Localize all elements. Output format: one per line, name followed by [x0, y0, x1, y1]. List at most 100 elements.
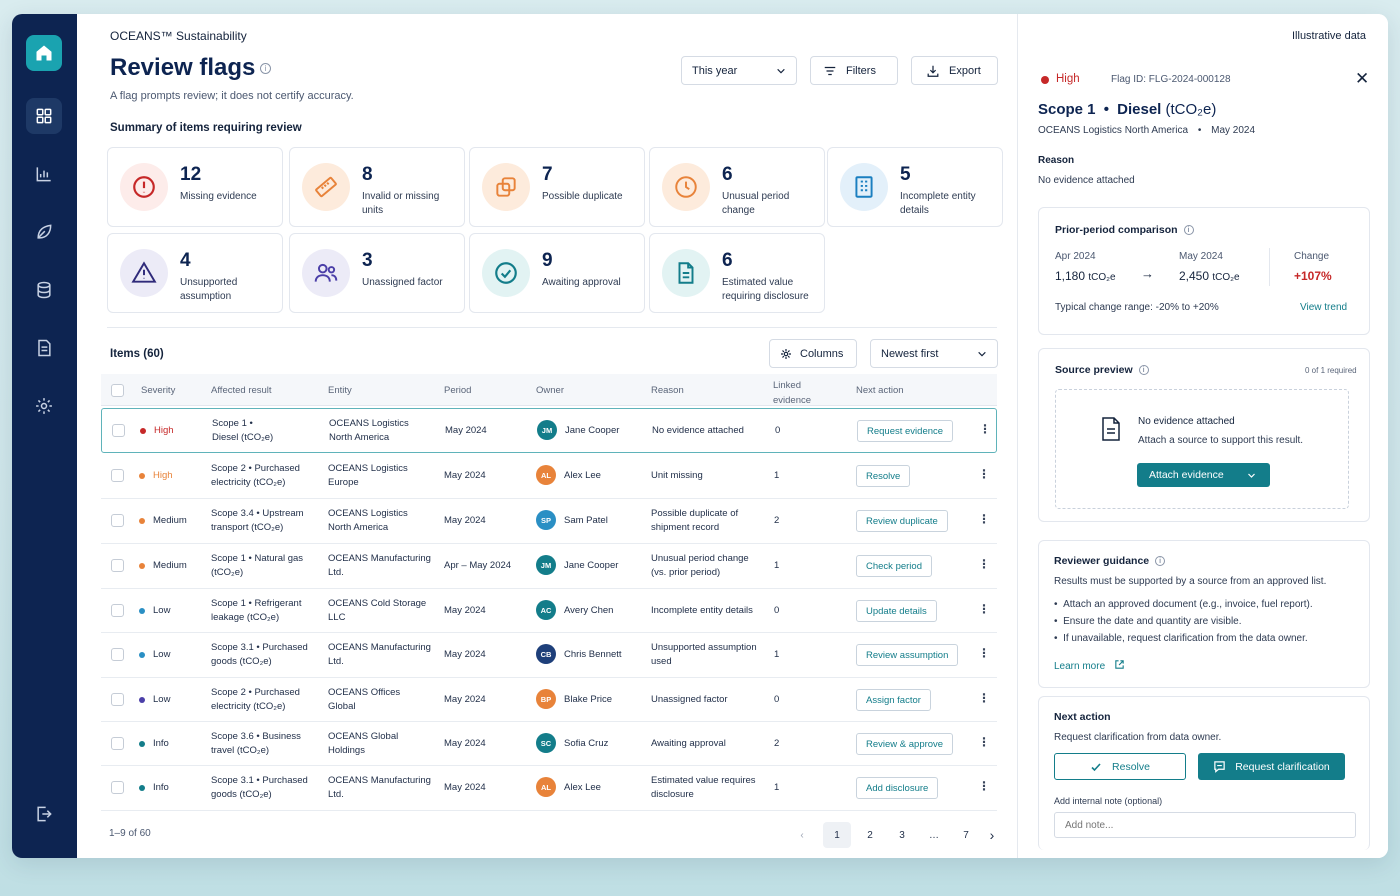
summary-card-unusual-period[interactable]: 6 Unusual period change	[649, 147, 825, 227]
close-icon[interactable]: ✕	[1355, 70, 1369, 88]
column-header[interactable]: Entity	[328, 385, 352, 396]
info-icon[interactable]: i	[1183, 225, 1194, 236]
prev-page-icon[interactable]: ‹	[789, 822, 815, 848]
owner-name: Sam Patel	[564, 515, 608, 526]
assign-factor-button[interactable]: Assign factor	[856, 689, 931, 711]
info-icon[interactable]: i	[260, 63, 271, 74]
more-menu-icon[interactable]: ⋮	[978, 779, 990, 793]
affected-result[interactable]: Scope 1 • Refrigerant leakage (tCO₂e)	[211, 597, 301, 625]
dashboard-grid-icon[interactable]	[26, 98, 62, 134]
more-menu-icon[interactable]: ⋮	[978, 646, 990, 660]
view-trend-link[interactable]: View trend	[1300, 302, 1347, 313]
column-header[interactable]: Reason	[651, 385, 684, 396]
affected-result[interactable]: Scope 1 • Diesel (tCO₂e)	[212, 417, 273, 445]
table-row[interactable]: Low Scope 1 • Refrigerant leakage (tCO₂e)…	[101, 589, 997, 633]
review-duplicate-button[interactable]: Review duplicate	[856, 510, 948, 532]
review-assumption-button[interactable]: Review assumption	[856, 644, 959, 666]
row-checkbox[interactable]	[111, 693, 124, 706]
row-checkbox[interactable]	[111, 469, 124, 482]
row-checkbox[interactable]	[111, 648, 124, 661]
row-checkbox[interactable]	[111, 514, 124, 527]
row-checkbox[interactable]	[111, 559, 124, 572]
row-checkbox[interactable]	[111, 781, 124, 794]
info-icon[interactable]: i	[1138, 365, 1149, 376]
update-details-button[interactable]: Update details	[856, 600, 937, 622]
page-button[interactable]: 2	[857, 822, 883, 848]
export-button[interactable]: Export	[911, 56, 998, 85]
review-approve-button[interactable]: Review & approve	[856, 733, 954, 755]
row-checkbox[interactable]	[111, 604, 124, 617]
more-menu-icon[interactable]: ⋮	[979, 422, 991, 436]
internal-note-input[interactable]	[1054, 812, 1356, 838]
summary-card-incomplete-entity[interactable]: 5 Incomplete entity details	[827, 147, 1003, 227]
leaf-icon[interactable]	[26, 214, 62, 250]
logout-icon[interactable]	[26, 796, 62, 832]
more-menu-icon[interactable]: ⋮	[978, 691, 990, 705]
select-all-checkbox[interactable]	[111, 384, 124, 397]
report-document-icon[interactable]	[26, 330, 62, 366]
column-header[interactable]: Linked evidence	[773, 378, 817, 408]
table-row[interactable]: Info Scope 3.6 • Business travel (tCO₂e) …	[101, 722, 997, 766]
page-button-current[interactable]: 1	[823, 822, 851, 848]
table-row[interactable]: High Scope 1 • Diesel (tCO₂e) OCEANS Logi…	[101, 408, 997, 453]
table-row[interactable]: Low Scope 3.1 • Purchased goods (tCO₂e) O…	[101, 633, 997, 678]
summary-card-unsupported-assumption[interactable]: 4 Unsupported assumption	[107, 233, 283, 313]
info-icon[interactable]: i	[1155, 556, 1166, 567]
table-row[interactable]: Info Scope 3.1 • Purchased goods (tCO₂e) …	[101, 766, 997, 811]
summary-card-awaiting-approval[interactable]: 9 Awaiting approval	[469, 233, 645, 313]
table-row[interactable]: Medium Scope 3.4 • Upstream transport (tC…	[101, 499, 997, 544]
drop-zone[interactable]: No evidence attached Attach a source to …	[1055, 389, 1349, 509]
more-menu-icon[interactable]: ⋮	[978, 557, 990, 571]
more-menu-icon[interactable]: ⋮	[978, 602, 990, 616]
sort-select[interactable]: Newest first	[870, 339, 998, 368]
check-period-button[interactable]: Check period	[856, 555, 932, 577]
card-count: 6	[722, 250, 733, 271]
page-button[interactable]: 7	[953, 822, 979, 848]
summary-card-unassigned-factor[interactable]: 3 Unassigned factor	[289, 233, 465, 313]
resolve-button[interactable]: Resolve	[856, 465, 911, 487]
affected-result[interactable]: Scope 3.1 • Purchased goods (tCO₂e)	[211, 774, 308, 802]
summary-card-missing-evidence[interactable]: 12 Missing evidence	[107, 147, 283, 227]
column-header[interactable]: Next action	[856, 385, 904, 396]
request-evidence-button[interactable]: Request evidence	[857, 420, 954, 442]
attach-evidence-button[interactable]: Attach evidence	[1137, 463, 1270, 487]
column-header[interactable]: Severity	[141, 385, 175, 396]
row-checkbox[interactable]	[112, 424, 125, 437]
row-checkbox[interactable]	[111, 737, 124, 750]
more-menu-icon[interactable]: ⋮	[978, 467, 990, 481]
table-row[interactable]: High Scope 2 • Purchased electricity (tCO…	[101, 454, 997, 499]
period-select[interactable]: This year	[681, 56, 797, 85]
filters-button[interactable]: Filters	[810, 56, 898, 85]
learn-more-link[interactable]: Learn more	[1054, 659, 1125, 672]
reason: Possible duplicate of shipment record	[651, 507, 738, 535]
column-header[interactable]: Affected result	[211, 385, 272, 396]
more-menu-icon[interactable]: ⋮	[978, 512, 990, 526]
column-header[interactable]: Owner	[536, 385, 564, 396]
affected-result[interactable]: Scope 3.1 • Purchased goods (tCO₂e)	[211, 641, 308, 669]
bar-chart-icon[interactable]	[26, 156, 62, 192]
settings-gear-icon[interactable]	[26, 388, 62, 424]
cur-unit: tCO₂e	[1212, 272, 1240, 283]
column-header[interactable]: Period	[444, 385, 471, 396]
columns-button[interactable]: Columns	[769, 339, 857, 368]
next-page-icon[interactable]: ›	[979, 822, 1005, 848]
affected-result[interactable]: Scope 1 • Natural gas (tCO₂e)	[211, 552, 303, 580]
affected-result[interactable]: Scope 3.6 • Business travel (tCO₂e)	[211, 730, 301, 758]
more-menu-icon[interactable]: ⋮	[978, 735, 990, 749]
home-icon[interactable]	[26, 35, 62, 71]
affected-result[interactable]: Scope 2 • Purchased electricity (tCO₂e)	[211, 462, 300, 490]
affected-result[interactable]: Scope 2 • Purchased electricity (tCO₂e)	[211, 686, 300, 714]
table-row[interactable]: Low Scope 2 • Purchased electricity (tCO₂…	[101, 678, 997, 722]
entity-line: North America	[329, 432, 390, 443]
request-clarification-button[interactable]: Request clarification	[1198, 753, 1345, 780]
resolve-button[interactable]: Resolve	[1054, 753, 1186, 780]
summary-card-invalid-units[interactable]: 8 Invalid or missing units	[289, 147, 465, 227]
title-scope: Scope 1	[1038, 101, 1096, 118]
database-icon[interactable]	[26, 272, 62, 308]
summary-card-estimated-value[interactable]: 6 Estimated value requiring disclosure	[649, 233, 825, 313]
add-disclosure-button[interactable]: Add disclosure	[856, 777, 939, 799]
page-button[interactable]: 3	[889, 822, 915, 848]
table-row[interactable]: Medium Scope 1 • Natural gas (tCO₂e) OCEA…	[101, 544, 997, 589]
summary-card-possible-duplicate[interactable]: 7 Possible duplicate	[469, 147, 645, 227]
affected-result[interactable]: Scope 3.4 • Upstream transport (tCO₂e)	[211, 507, 304, 535]
